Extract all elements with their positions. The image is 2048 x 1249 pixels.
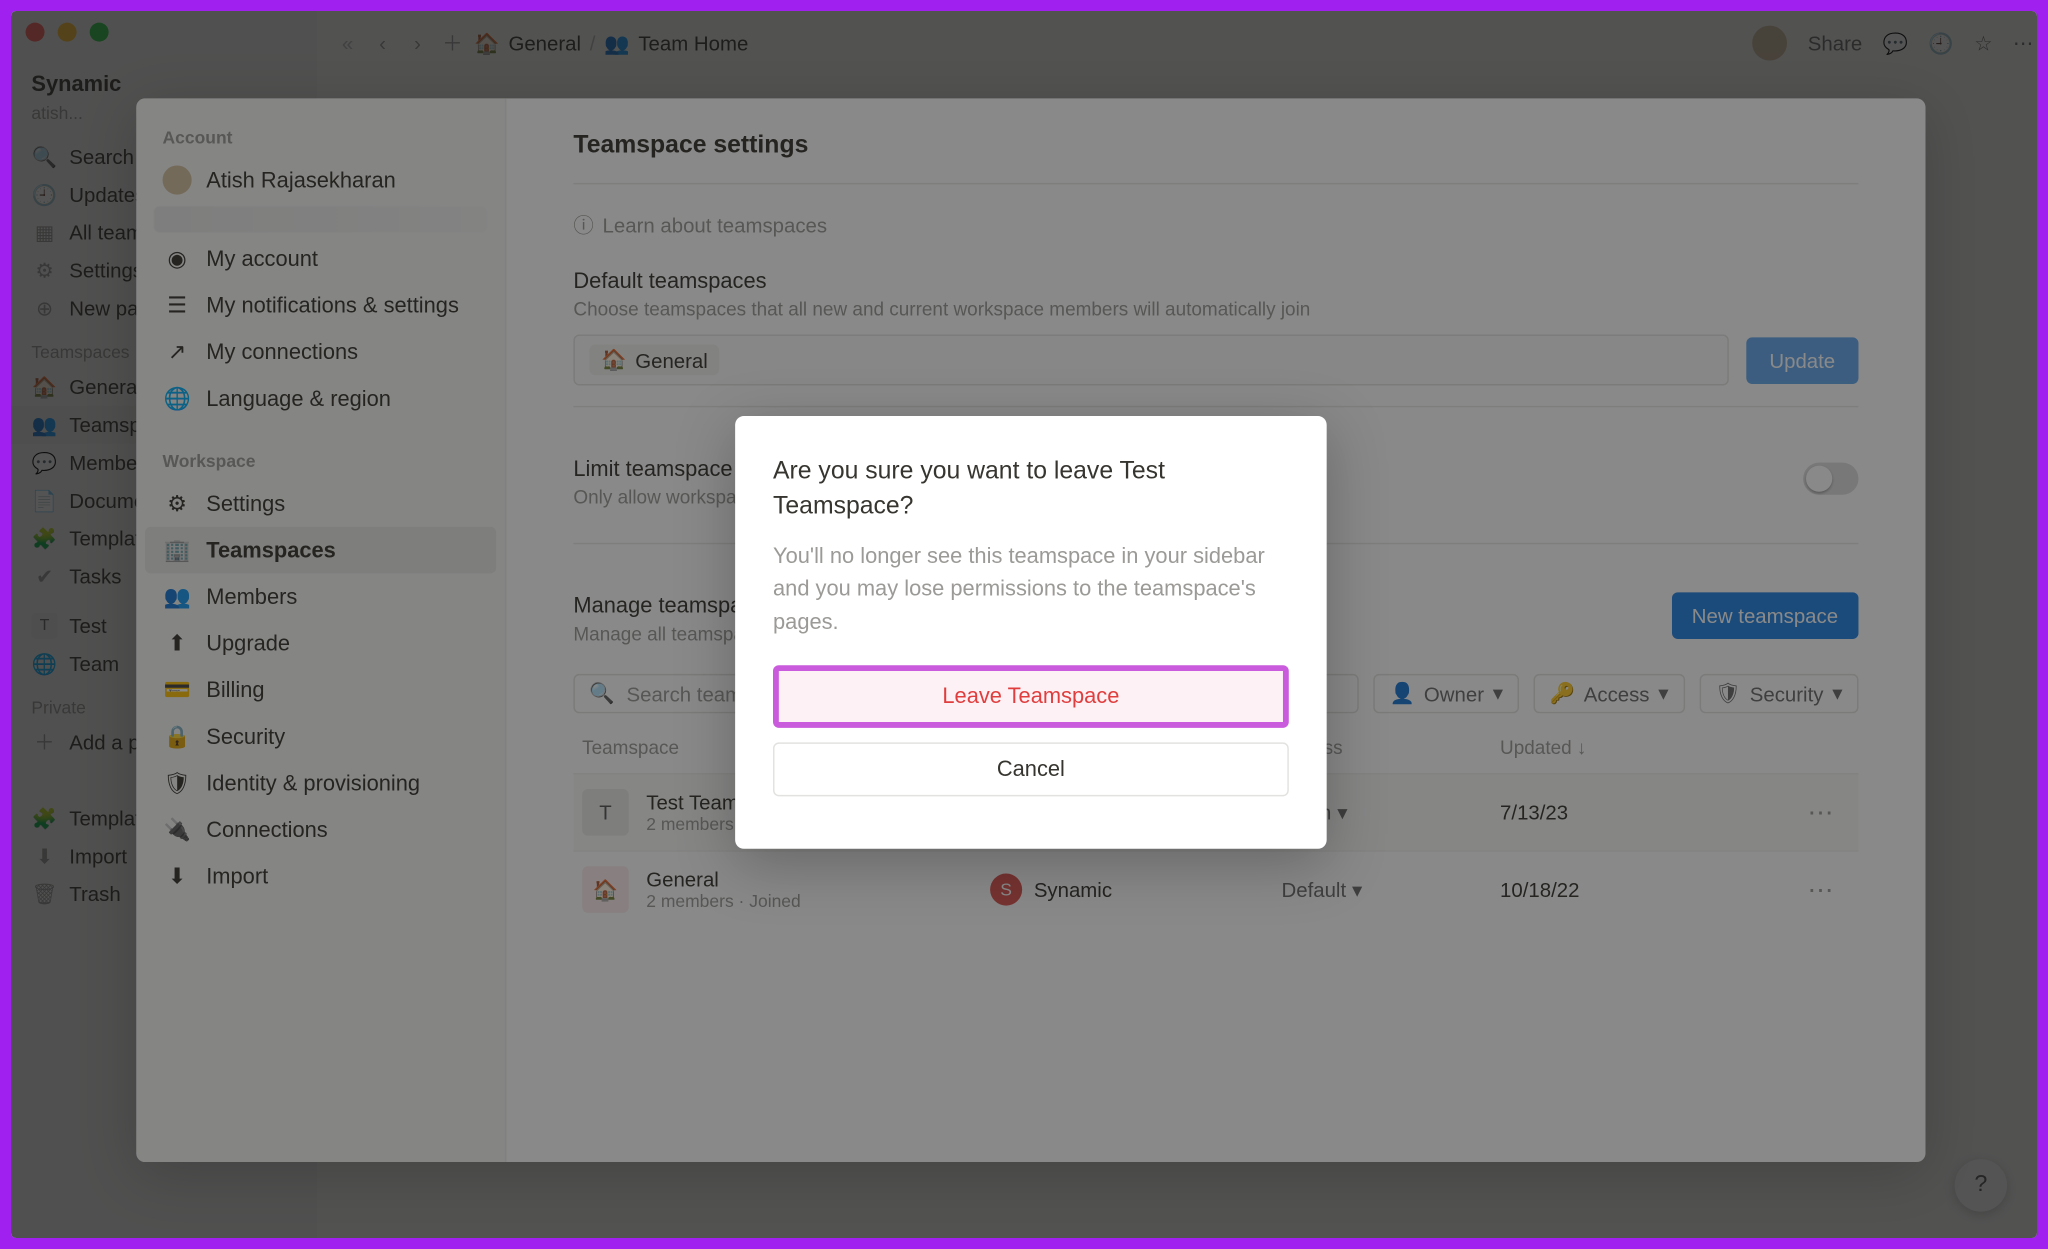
modal-description: You'll no longer see this teamspace in y… (773, 541, 1289, 639)
modal-title: Are you sure you want to leave Test Team… (773, 454, 1289, 523)
cancel-button[interactable]: Cancel (773, 743, 1289, 797)
leave-teamspace-modal: Are you sure you want to leave Test Team… (735, 416, 1327, 849)
leave-teamspace-button[interactable]: Leave Teamspace (773, 665, 1289, 728)
